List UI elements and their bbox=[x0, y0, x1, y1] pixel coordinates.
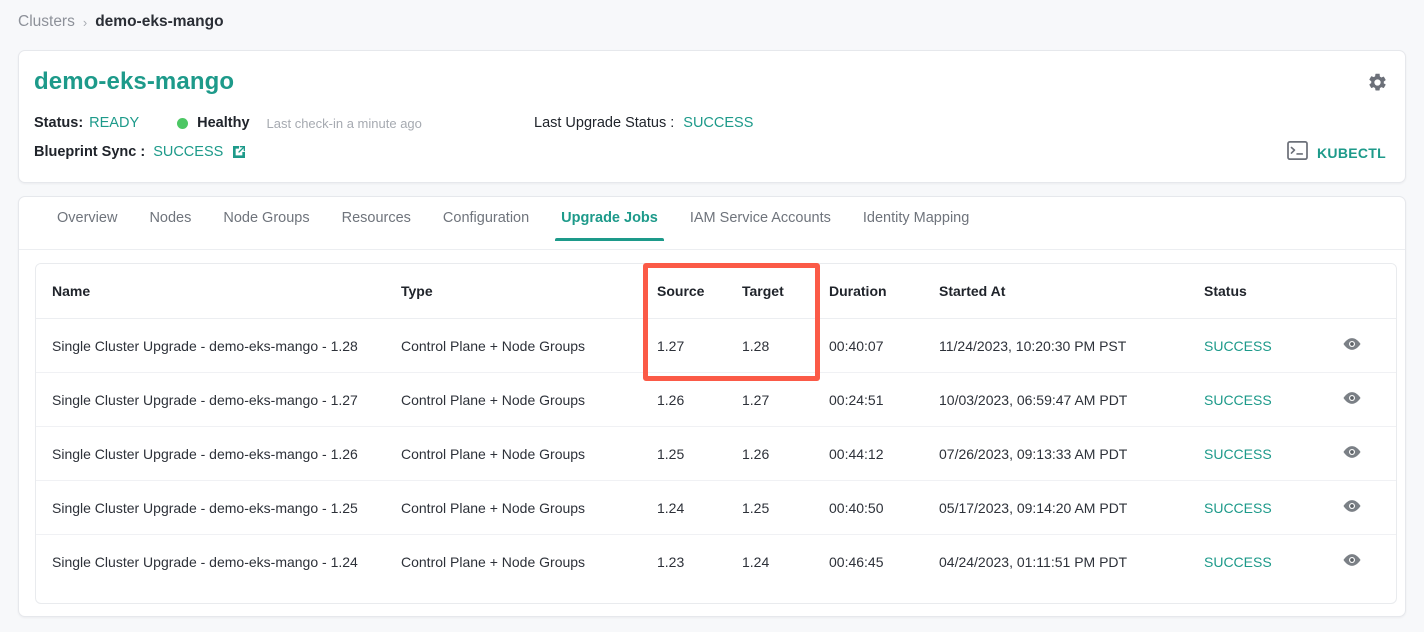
column-header-name[interactable]: Name bbox=[36, 264, 401, 319]
upgrade-jobs-table: Name Type Source Target Duration Started… bbox=[36, 264, 1396, 588]
cell-started-at: 07/26/2023, 09:13:33 AM PDT bbox=[939, 426, 1204, 481]
table-row[interactable]: Single Cluster Upgrade - demo-eks-mango … bbox=[36, 426, 1396, 481]
eye-icon[interactable] bbox=[1342, 391, 1362, 405]
cell-duration: 00:40:50 bbox=[829, 480, 939, 535]
cell-target: 1.28 bbox=[742, 318, 829, 373]
tab-iam-service-accounts[interactable]: IAM Service Accounts bbox=[674, 206, 847, 241]
cell-source: 1.23 bbox=[657, 534, 742, 588]
cell-duration: 00:46:45 bbox=[829, 534, 939, 588]
column-header-target[interactable]: Target bbox=[742, 264, 829, 319]
table-row[interactable]: Single Cluster Upgrade - demo-eks-mango … bbox=[36, 318, 1396, 373]
last-upgrade-status: Last Upgrade Status : SUCCESS bbox=[534, 115, 753, 131]
column-header-started-at[interactable]: Started At bbox=[939, 264, 1204, 319]
cell-type: Control Plane + Node Groups bbox=[401, 426, 657, 481]
table-head: Name Type Source Target Duration Started… bbox=[36, 264, 1396, 319]
table-row[interactable]: Single Cluster Upgrade - demo-eks-mango … bbox=[36, 534, 1396, 588]
table-row[interactable]: Single Cluster Upgrade - demo-eks-mango … bbox=[36, 480, 1396, 535]
health-indicator: Healthy bbox=[177, 115, 250, 131]
column-header-duration[interactable]: Duration bbox=[829, 264, 939, 319]
status-badge: READY bbox=[89, 115, 140, 131]
tab-identity-mapping[interactable]: Identity Mapping bbox=[847, 206, 985, 241]
kubectl-button[interactable]: KUBECTL bbox=[1287, 141, 1386, 165]
cell-duration: 00:24:51 bbox=[829, 372, 939, 427]
tab-resources[interactable]: Resources bbox=[326, 206, 427, 241]
cell-target: 1.25 bbox=[742, 480, 829, 535]
cell-source: 1.25 bbox=[657, 426, 742, 481]
tab-upgrade-jobs[interactable]: Upgrade Jobs bbox=[545, 206, 674, 241]
page-root: Clusters › demo-eks-mango demo-eks-mango… bbox=[0, 0, 1424, 632]
cell-actions bbox=[1342, 426, 1396, 481]
cell-name: Single Cluster Upgrade - demo-eks-mango … bbox=[36, 318, 401, 373]
cell-status: SUCCESS bbox=[1204, 372, 1342, 427]
eye-icon[interactable] bbox=[1342, 445, 1362, 459]
upgrade-jobs-table-card: Name Type Source Target Duration Started… bbox=[35, 263, 1397, 604]
cell-type: Control Plane + Node Groups bbox=[401, 534, 657, 588]
health-dot-icon bbox=[177, 117, 189, 129]
cell-name: Single Cluster Upgrade - demo-eks-mango … bbox=[36, 426, 401, 481]
blueprint-sync-value: SUCCESS bbox=[153, 144, 224, 160]
eye-icon[interactable] bbox=[1342, 553, 1362, 567]
cell-started-at: 10/03/2023, 06:59:47 AM PDT bbox=[939, 372, 1204, 427]
cell-type: Control Plane + Node Groups bbox=[401, 372, 657, 427]
cell-actions bbox=[1342, 372, 1396, 427]
column-header-actions bbox=[1342, 264, 1396, 319]
cell-name: Single Cluster Upgrade - demo-eks-mango … bbox=[36, 534, 401, 588]
column-header-source[interactable]: Source bbox=[657, 264, 742, 319]
cell-status: SUCCESS bbox=[1204, 534, 1342, 588]
eye-icon[interactable] bbox=[1342, 337, 1362, 351]
tab-bar: Overview Nodes Node Groups Resources Con… bbox=[19, 206, 1405, 250]
cluster-header-card: demo-eks-mango Status: READY Healthy Las… bbox=[18, 50, 1406, 183]
cluster-detail-card: Overview Nodes Node Groups Resources Con… bbox=[18, 196, 1406, 617]
breadcrumb-separator-icon: › bbox=[82, 14, 88, 30]
last-checkin-text: Last check-in a minute ago bbox=[266, 115, 422, 131]
cell-source: 1.26 bbox=[657, 372, 742, 427]
cluster-status-row: Status: READY Healthy Last check-in a mi… bbox=[34, 115, 422, 131]
cell-duration: 00:44:12 bbox=[829, 426, 939, 481]
tab-node-groups[interactable]: Node Groups bbox=[207, 206, 325, 241]
table-header-row: Name Type Source Target Duration Started… bbox=[36, 264, 1396, 319]
cell-target: 1.26 bbox=[742, 426, 829, 481]
cell-target: 1.24 bbox=[742, 534, 829, 588]
cell-started-at: 05/17/2023, 09:14:20 AM PDT bbox=[939, 480, 1204, 535]
last-upgrade-status-label: Last Upgrade Status : bbox=[534, 115, 675, 131]
cell-started-at: 04/24/2023, 01:11:51 PM PDT bbox=[939, 534, 1204, 588]
tab-overview[interactable]: Overview bbox=[41, 206, 133, 241]
cell-duration: 00:40:07 bbox=[829, 318, 939, 373]
cell-type: Control Plane + Node Groups bbox=[401, 318, 657, 373]
cell-type: Control Plane + Node Groups bbox=[401, 480, 657, 535]
cell-source: 1.27 bbox=[657, 318, 742, 373]
last-upgrade-status-value: SUCCESS bbox=[683, 115, 754, 131]
cell-name: Single Cluster Upgrade - demo-eks-mango … bbox=[36, 372, 401, 427]
terminal-icon bbox=[1287, 141, 1308, 165]
breadcrumb: Clusters › demo-eks-mango bbox=[18, 13, 224, 31]
kubectl-label: KUBECTL bbox=[1317, 145, 1386, 161]
cell-status: SUCCESS bbox=[1204, 318, 1342, 373]
status-label: Status: bbox=[34, 115, 84, 131]
breadcrumb-link-clusters[interactable]: Clusters bbox=[18, 13, 75, 31]
breadcrumb-current: demo-eks-mango bbox=[95, 13, 224, 30]
page-title: demo-eks-mango bbox=[34, 68, 235, 95]
table-row[interactable]: Single Cluster Upgrade - demo-eks-mango … bbox=[36, 372, 1396, 427]
cell-source: 1.24 bbox=[657, 480, 742, 535]
cell-actions bbox=[1342, 534, 1396, 588]
health-label: Healthy bbox=[197, 115, 250, 131]
eye-icon[interactable] bbox=[1342, 499, 1362, 513]
cell-actions bbox=[1342, 480, 1396, 535]
cell-status: SUCCESS bbox=[1204, 480, 1342, 535]
cell-actions bbox=[1342, 318, 1396, 373]
tab-configuration[interactable]: Configuration bbox=[427, 206, 545, 241]
settings-gear-button[interactable] bbox=[1365, 70, 1389, 94]
column-header-type[interactable]: Type bbox=[401, 264, 657, 319]
cell-target: 1.27 bbox=[742, 372, 829, 427]
blueprint-sync-label: Blueprint Sync : bbox=[34, 144, 146, 160]
blueprint-sync-row: Blueprint Sync : SUCCESS bbox=[34, 144, 247, 160]
column-header-status[interactable]: Status bbox=[1204, 264, 1342, 319]
tab-nodes[interactable]: Nodes bbox=[133, 206, 207, 241]
table-body: Single Cluster Upgrade - demo-eks-mango … bbox=[36, 318, 1396, 588]
cell-name: Single Cluster Upgrade - demo-eks-mango … bbox=[36, 480, 401, 535]
external-link-icon[interactable] bbox=[231, 144, 247, 160]
cell-started-at: 11/24/2023, 10:20:30 PM PST bbox=[939, 318, 1204, 373]
cell-status: SUCCESS bbox=[1204, 426, 1342, 481]
